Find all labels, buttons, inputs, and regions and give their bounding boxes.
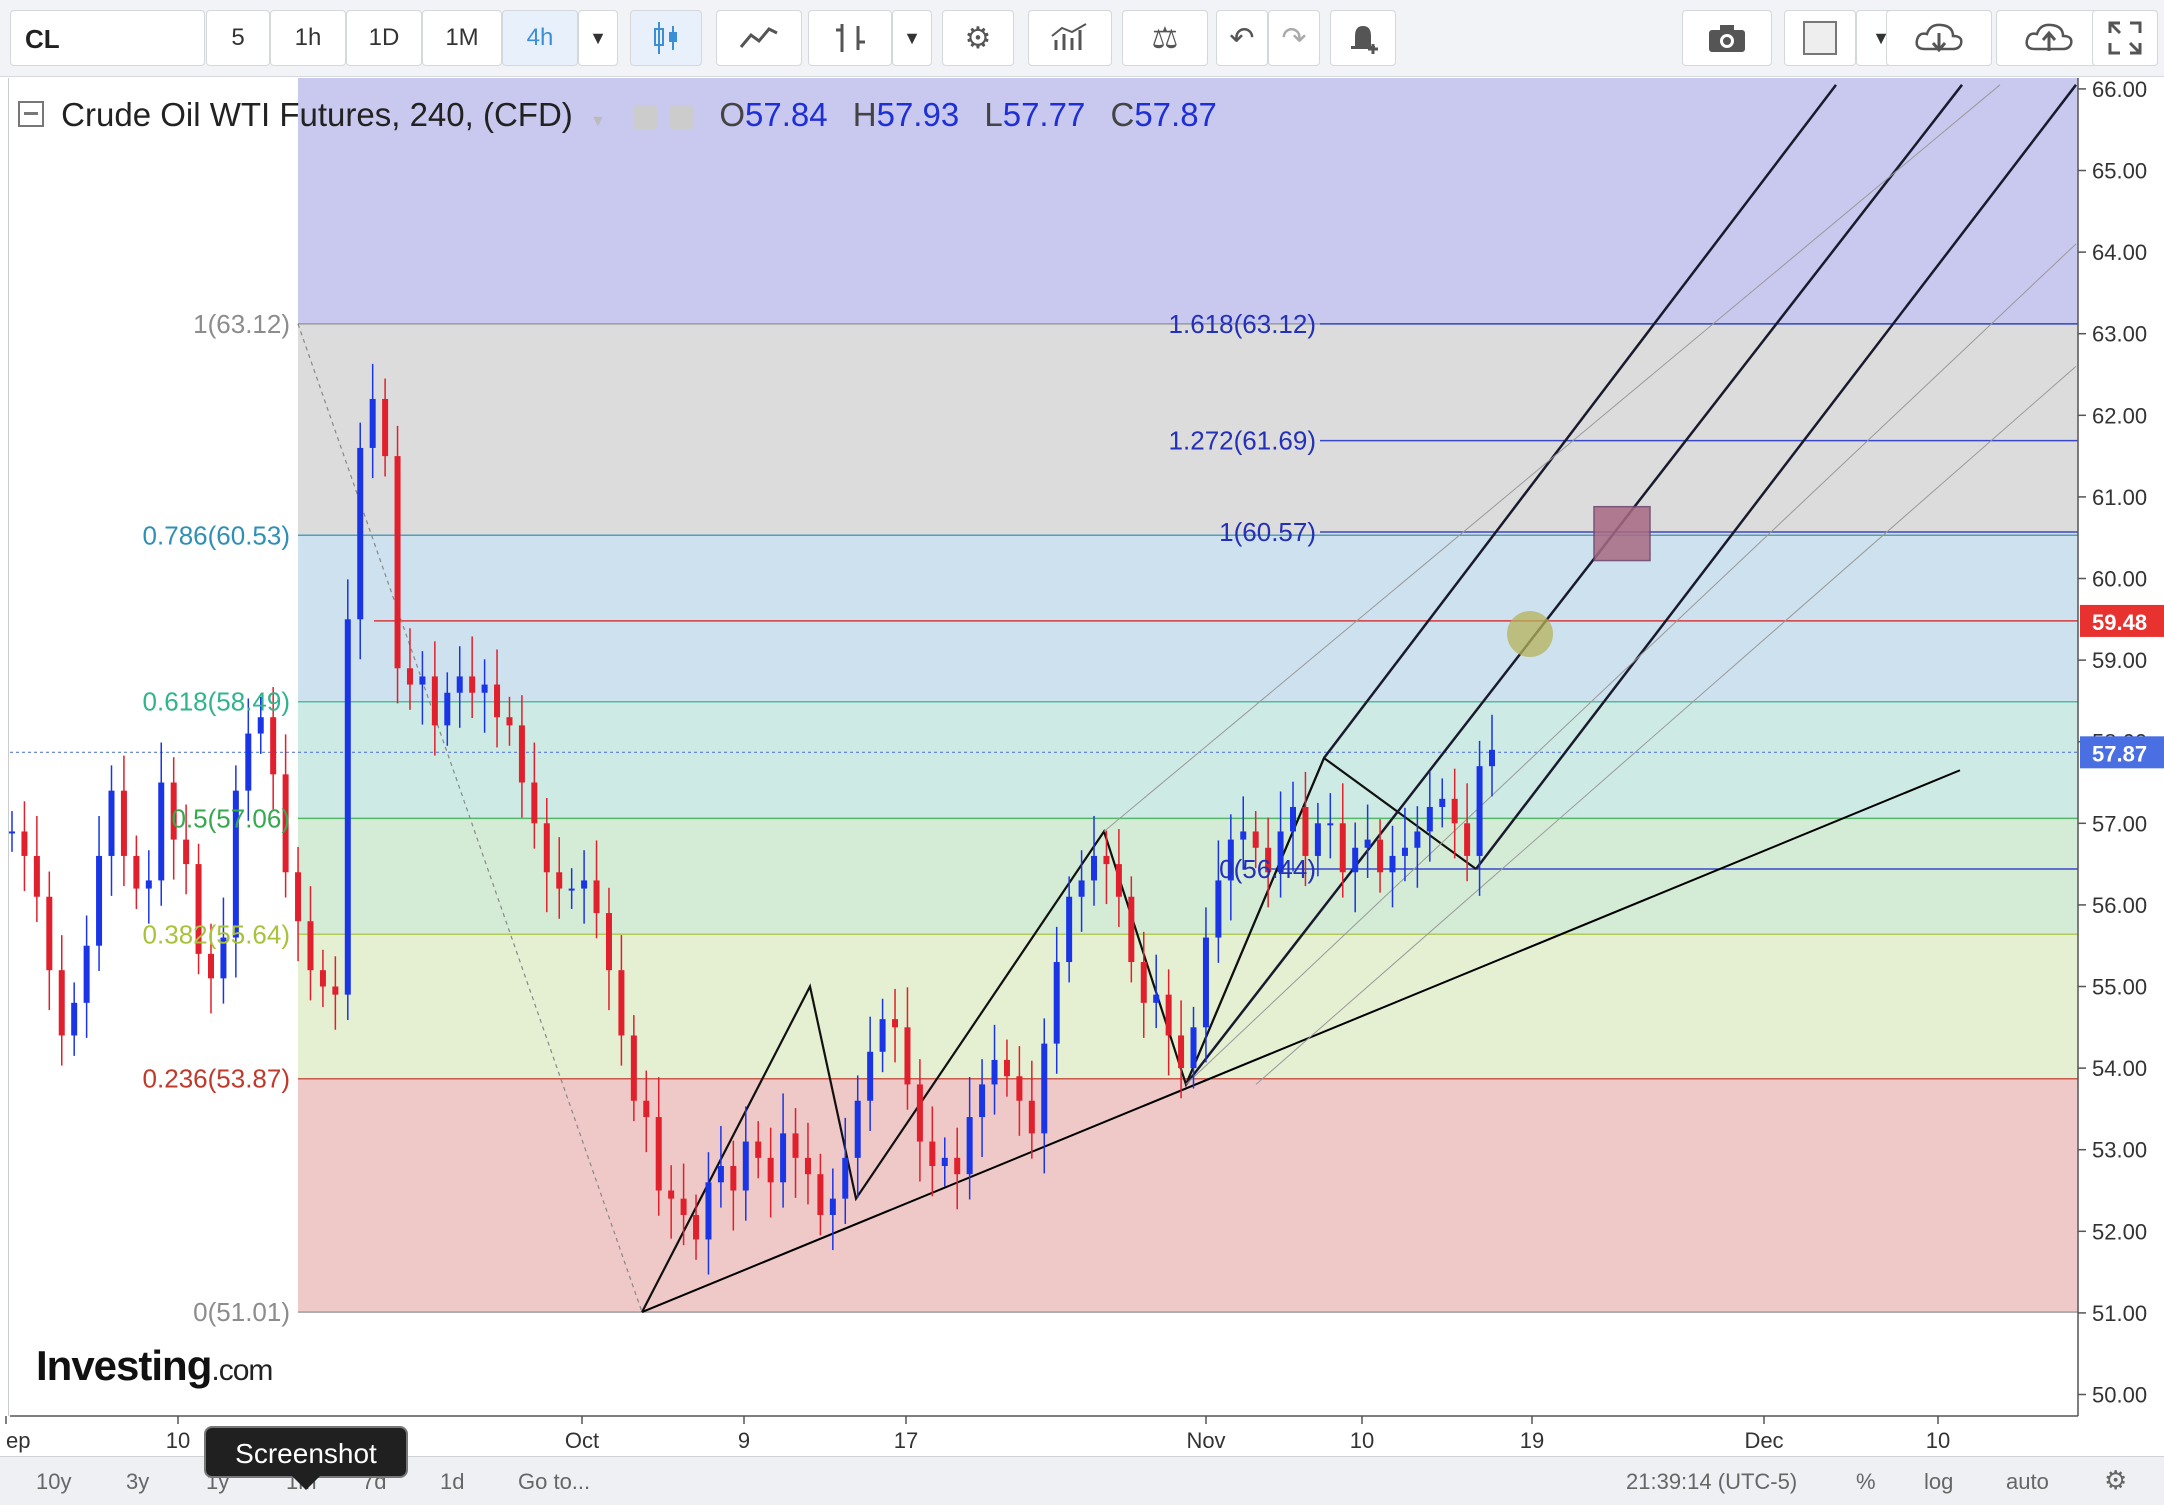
price-tick-label: 55.00 [2092, 975, 2147, 1000]
investing-logo: Investing.com [36, 1342, 273, 1390]
time-tick-label: 19 [1520, 1428, 1544, 1453]
legend-low-value: 57.77 [1002, 96, 1086, 133]
legend-open-value: 57.84 [744, 96, 828, 133]
price-tick-label: 53.00 [2092, 1138, 2147, 1163]
time-tick-label: Dec [1744, 1428, 1783, 1453]
price-tick-label: 66.00 [2092, 77, 2147, 102]
time-tick-label: 10 [1926, 1428, 1950, 1453]
legend-low-label: L [984, 96, 1003, 133]
time-tick-label: Oct [565, 1428, 599, 1453]
legend-title: Crude Oil WTI Futures, 240, (CFD) [61, 96, 573, 133]
price-tick-label: 51.00 [2092, 1301, 2147, 1326]
price-tick-label: 64.00 [2092, 240, 2147, 265]
legend-open-label: O [719, 96, 745, 133]
percent-toggle[interactable]: % [1856, 1469, 1876, 1495]
screenshot-tooltip: Screenshot [204, 1426, 408, 1478]
tooltip-arrow [292, 1476, 320, 1490]
eye-icon[interactable] [632, 105, 657, 130]
price-tick-label: 56.00 [2092, 893, 2147, 918]
time-tick-label: 10 [1350, 1428, 1374, 1453]
logo-suffix: .com [211, 1354, 273, 1387]
log-toggle[interactable]: log [1924, 1469, 1953, 1495]
price-tick-label: 59.00 [2092, 648, 2147, 673]
gear-icon[interactable] [670, 105, 695, 130]
clock-readout: 21:39:14 (UTC-5) [1626, 1469, 1798, 1494]
price-tick-label: 50.00 [2092, 1383, 2147, 1408]
last-price-label: 57.87 [2092, 741, 2147, 766]
range-1d-button[interactable]: 1d [440, 1469, 464, 1495]
goto-button[interactable]: Go to... [518, 1469, 590, 1495]
legend-high-label: H [852, 96, 877, 133]
legend-close-label: C [1110, 96, 1135, 133]
time-tick-label: 9 [738, 1428, 750, 1453]
range-10y-button[interactable]: 10y [36, 1469, 71, 1495]
time-tick-label: ep [6, 1428, 30, 1453]
price-tick-label: 61.00 [2092, 485, 2147, 510]
time-tick-label: 10 [166, 1428, 190, 1453]
legend-dropdown-icon[interactable]: ▼ [590, 113, 606, 130]
collapse-legend-icon[interactable] [18, 101, 44, 128]
auto-toggle[interactable]: auto [2006, 1469, 2049, 1495]
logo-main: Investing [36, 1342, 212, 1389]
price-tick-label: 52.00 [2092, 1219, 2147, 1244]
price-tick-label: 63.00 [2092, 322, 2147, 347]
legend-high-value: 57.93 [876, 96, 960, 133]
price-tick-label: 65.00 [2092, 159, 2147, 184]
price-tick-label: 54.00 [2092, 1056, 2147, 1081]
legend-close-value: 57.87 [1134, 96, 1217, 133]
chart-frame [8, 78, 2081, 1416]
range-3y-button[interactable]: 3y [126, 1469, 149, 1495]
time-tick-label: Nov [1186, 1428, 1225, 1453]
alert-price-label: 59.48 [2092, 610, 2147, 635]
time-tick-label: 17 [894, 1428, 918, 1453]
chart-legend: Crude Oil WTI Futures, 240, (CFD) ▼ O57.… [18, 96, 1217, 134]
price-axis[interactable]: 50.00 51.00 52.00 53.00 54.00 55.00 56.00 57.00… [2077, 77, 2164, 1416]
price-tick-label: 57.00 [2092, 811, 2147, 836]
price-tick-label: 60.00 [2092, 567, 2147, 592]
gear-icon[interactable]: ⚙ [2104, 1465, 2127, 1496]
price-tick-label: 62.00 [2092, 403, 2147, 428]
